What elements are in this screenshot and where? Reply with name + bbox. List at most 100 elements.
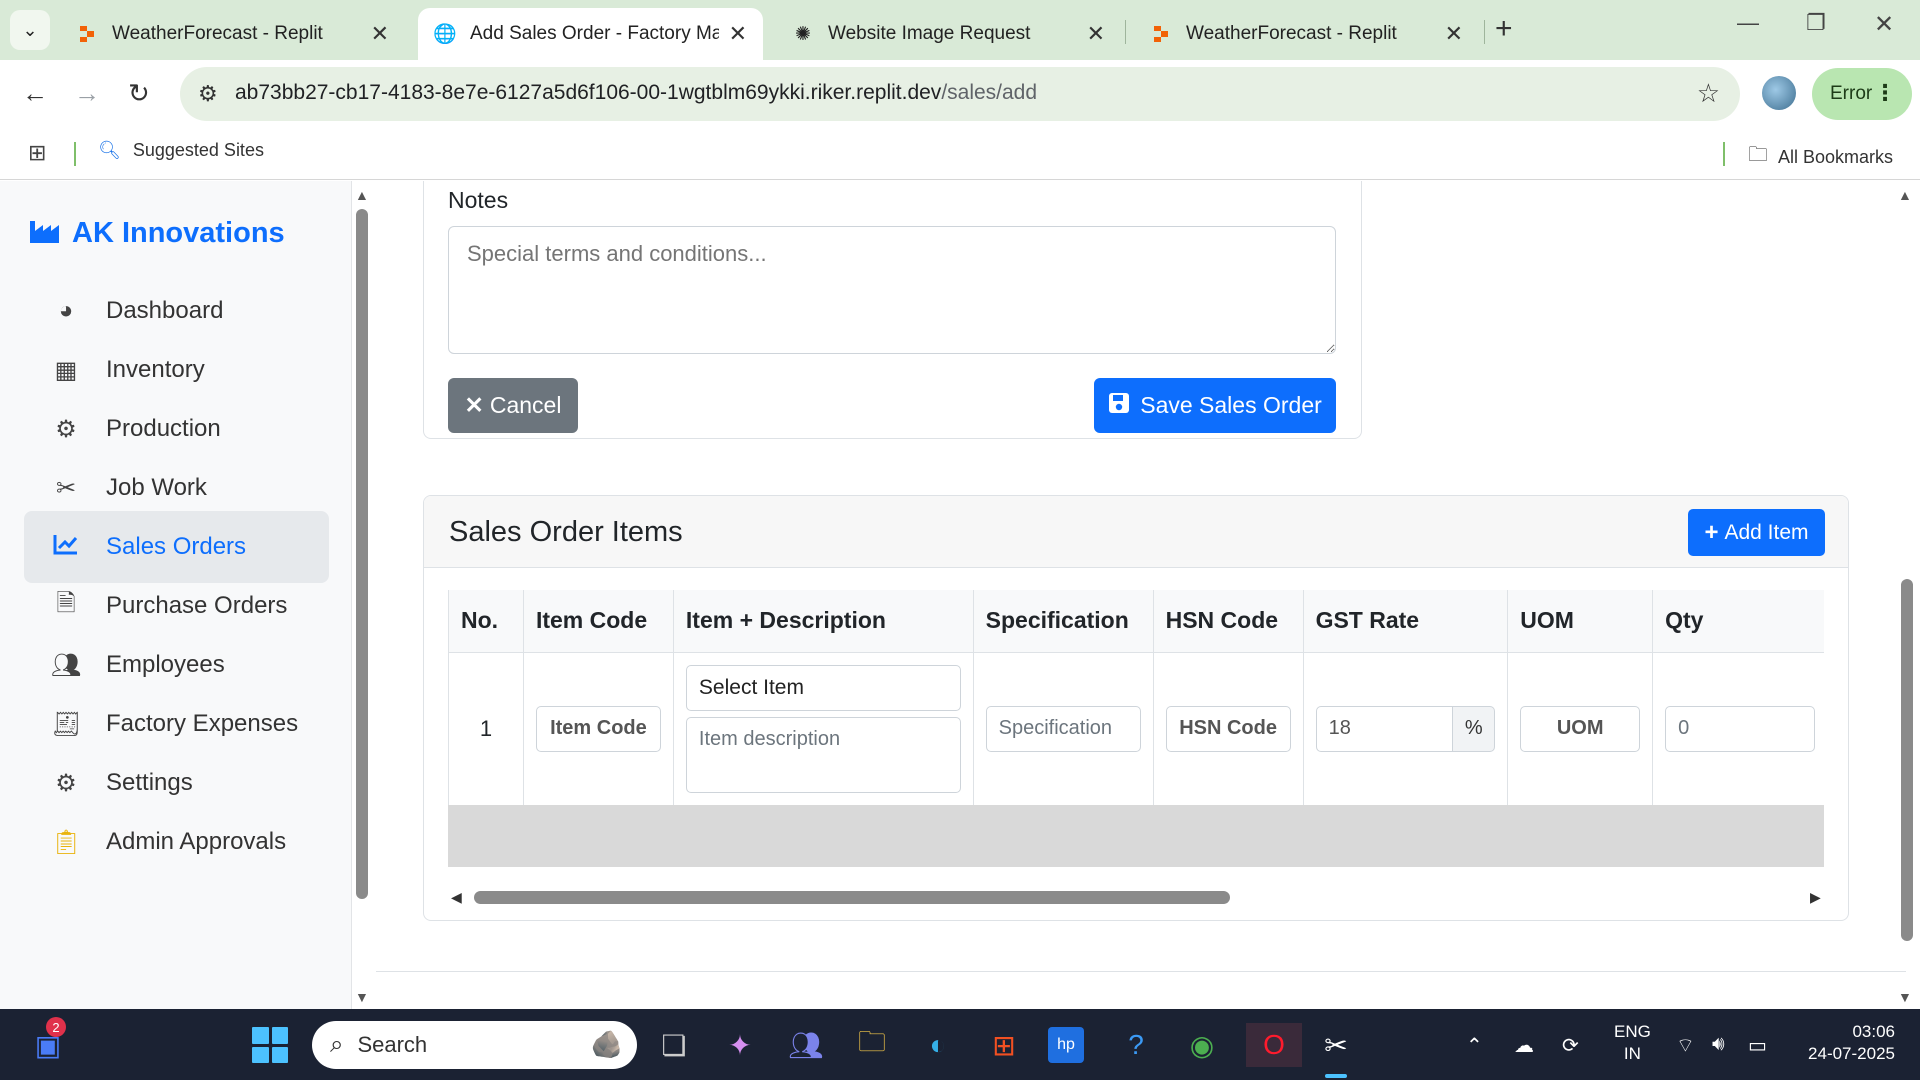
profile-avatar[interactable] bbox=[1762, 76, 1796, 110]
windows-taskbar: ▣ 2 ⌕ Search 🪨 ❏ ✦ 👥︎ 🗀 ◐ ⊞ hp ? ◉ O ✂ ⌃… bbox=[0, 1009, 1920, 1080]
copilot-icon[interactable]: ✦ bbox=[718, 1023, 762, 1067]
brand-logo[interactable]: AK Innovations bbox=[30, 217, 285, 250]
page-scroll-down-icon[interactable]: ▼ bbox=[1898, 989, 1912, 1005]
page-scrollbar-thumb[interactable] bbox=[1901, 579, 1913, 941]
gst-rate-input[interactable]: 18 bbox=[1315, 705, 1454, 752]
error-status-pill[interactable]: Error ⋮ bbox=[1812, 68, 1912, 120]
cancel-button[interactable]: ✕ Cancel bbox=[448, 378, 578, 433]
task-view-icon[interactable]: ❏ bbox=[652, 1023, 696, 1067]
onedrive-icon[interactable]: ☁ bbox=[1514, 1033, 1534, 1058]
invoice-icon: 🗎 bbox=[56, 589, 76, 617]
save-sales-order-button[interactable]: Save Sales Order bbox=[1094, 378, 1336, 433]
close-icon[interactable]: ✕ bbox=[729, 21, 747, 47]
tab-search-button[interactable]: ⌄ bbox=[10, 10, 50, 50]
reload-icon[interactable]: ↻ bbox=[128, 78, 150, 109]
openai-icon: ✺ bbox=[795, 23, 811, 45]
col-specification: Specification bbox=[972, 590, 1154, 653]
window-close-icon[interactable]: ✕ bbox=[1874, 10, 1894, 39]
cancel-button-label: Cancel bbox=[489, 392, 562, 418]
chrome-icon[interactable]: ◉ bbox=[1180, 1023, 1224, 1067]
items-table-scroll[interactable]: No. Item Code Item + Description Specifi… bbox=[448, 590, 1824, 818]
bookmark-star-icon[interactable]: ☆ bbox=[1697, 78, 1720, 109]
horizontal-scrollbar-thumb[interactable] bbox=[474, 891, 1230, 904]
items-table: No. Item Code Item + Description Specifi… bbox=[448, 590, 1824, 806]
notes-textarea[interactable] bbox=[448, 226, 1336, 354]
all-bookmarks-button[interactable]: 🗀 All Bookmarks bbox=[1748, 140, 1893, 174]
show-hidden-icons-icon[interactable]: ⌃ bbox=[1466, 1033, 1483, 1058]
file-explorer-icon[interactable]: 🗀 bbox=[850, 1023, 894, 1067]
back-icon[interactable]: ← bbox=[22, 78, 48, 109]
sidebar-item-label: Inventory bbox=[106, 356, 205, 383]
volume-icon[interactable]: 🔊︎ bbox=[1712, 1033, 1725, 1056]
hsn-code-input[interactable]: HSN Code bbox=[1165, 705, 1291, 752]
edge-icon[interactable]: ◐ bbox=[916, 1023, 960, 1067]
windows-logo-tile bbox=[271, 1027, 288, 1044]
col-no: No. bbox=[448, 590, 524, 653]
add-item-button[interactable]: + Add Item bbox=[1688, 509, 1825, 556]
bookmark-suggested-sites[interactable]: 🔍︎ Suggested Sites bbox=[98, 140, 264, 161]
sidebar-item-admin-approvals[interactable]: 📋︎ Admin Approvals bbox=[24, 806, 329, 878]
more-menu-icon[interactable]: ⋮ bbox=[1874, 80, 1896, 106]
minimize-icon[interactable]: — bbox=[1737, 10, 1759, 36]
clock[interactable]: 03:06 24-07-2025 bbox=[1795, 1021, 1895, 1065]
sync-icon[interactable]: ⟳ bbox=[1562, 1033, 1579, 1058]
windows-logo-tile bbox=[252, 1027, 269, 1044]
bookmarks-bar: ⊞ 🔍︎ Suggested Sites 🗀 All Bookmarks bbox=[0, 128, 1920, 180]
receipt-icon: 🧾︎ bbox=[50, 710, 82, 738]
language-code: ENG bbox=[1614, 1022, 1651, 1041]
select-item-dropdown[interactable]: Select Item bbox=[685, 664, 961, 711]
col-qty: Qty bbox=[1652, 590, 1824, 653]
new-tab-icon[interactable]: + bbox=[1495, 12, 1513, 46]
qty-input[interactable]: 0 bbox=[1665, 705, 1816, 752]
sidebar-scroll-up-icon[interactable]: ▲ bbox=[355, 187, 369, 203]
tab-weatherforecast-2[interactable]: WeatherForecast - Replit ✕ bbox=[1134, 8, 1479, 60]
address-bar[interactable]: ⚙ ab73bb27-cb17-4183-8e7e-6127a5d6f106-0… bbox=[180, 67, 1740, 121]
forward-icon[interactable]: → bbox=[74, 78, 100, 109]
language-indicator[interactable]: ENG IN bbox=[1614, 1021, 1651, 1065]
start-button[interactable] bbox=[252, 1027, 288, 1063]
item-code-input[interactable]: Item Code bbox=[535, 705, 661, 752]
apps-grid-icon[interactable]: ⊞ bbox=[28, 140, 46, 166]
myhp-icon[interactable]: hp bbox=[1048, 1027, 1084, 1063]
restore-icon[interactable]: ❐ bbox=[1806, 10, 1826, 36]
help-icon[interactable]: ? bbox=[1114, 1023, 1158, 1067]
sidebar-item-label: Job Work bbox=[106, 474, 207, 501]
divider bbox=[74, 142, 76, 166]
wifi-icon[interactable]: ⌔ bbox=[1676, 1033, 1695, 1058]
item-description-textarea[interactable]: Item description bbox=[685, 716, 961, 793]
taskbar-search[interactable]: ⌕ Search 🪨 bbox=[312, 1021, 637, 1069]
tab-weatherforecast-1[interactable]: WeatherForecast - Replit ✕ bbox=[60, 8, 405, 60]
close-icon[interactable]: ✕ bbox=[1087, 21, 1105, 47]
sidebar-item-label: Sales Orders bbox=[106, 533, 247, 560]
cell-specification: Specification bbox=[972, 651, 1154, 806]
tab-website-image-request[interactable]: ✺ Website Image Request ✕ bbox=[776, 8, 1121, 60]
site-info-icon[interactable]: ⚙ bbox=[198, 81, 218, 107]
add-item-label: Add Item bbox=[1724, 520, 1809, 544]
page-scroll-up-icon[interactable]: ▲ bbox=[1898, 187, 1912, 203]
items-card-title: Sales Order Items bbox=[449, 516, 683, 548]
active-app-indicator bbox=[1325, 1074, 1347, 1078]
sales-order-items-card: Sales Order Items + Add Item No. Item Co… bbox=[423, 495, 1849, 921]
cell-hsn-code: HSN Code bbox=[1152, 651, 1304, 806]
uom-input[interactable]: UOM bbox=[1520, 705, 1641, 752]
sidebar-scroll-down-icon[interactable]: ▼ bbox=[355, 989, 369, 1005]
close-icon[interactable]: ✕ bbox=[1445, 21, 1463, 47]
scroll-right-icon[interactable]: ▶ bbox=[1810, 889, 1821, 906]
tab-add-sales-order[interactable]: 🌐 Add Sales Order - Factory Management ✕ bbox=[418, 8, 763, 60]
specification-input[interactable]: Specification bbox=[985, 705, 1141, 752]
save-icon bbox=[1108, 392, 1130, 420]
battery-icon[interactable]: ▭ bbox=[1748, 1033, 1767, 1058]
clipboard-check-icon: 📋︎ bbox=[50, 828, 82, 856]
microsoft-store-icon[interactable]: ⊞ bbox=[982, 1023, 1026, 1067]
close-icon: ✕ bbox=[464, 392, 484, 418]
url-text[interactable]: ab73bb27-cb17-4183-8e7e-6127a5d6f106-00-… bbox=[235, 81, 1037, 105]
sidebar-scrollbar-thumb[interactable] bbox=[356, 209, 368, 899]
teams-icon[interactable]: 👥︎ bbox=[784, 1023, 828, 1067]
scroll-left-icon[interactable]: ◀ bbox=[451, 889, 462, 906]
snipping-tool-icon[interactable]: ✂ bbox=[1314, 1023, 1358, 1067]
close-icon[interactable]: ✕ bbox=[371, 21, 389, 47]
tab-title: Add Sales Order - Factory Management bbox=[470, 23, 719, 44]
tab-title: Website Image Request bbox=[828, 23, 1031, 44]
divider bbox=[1723, 142, 1725, 166]
opera-icon[interactable]: O bbox=[1246, 1023, 1302, 1067]
